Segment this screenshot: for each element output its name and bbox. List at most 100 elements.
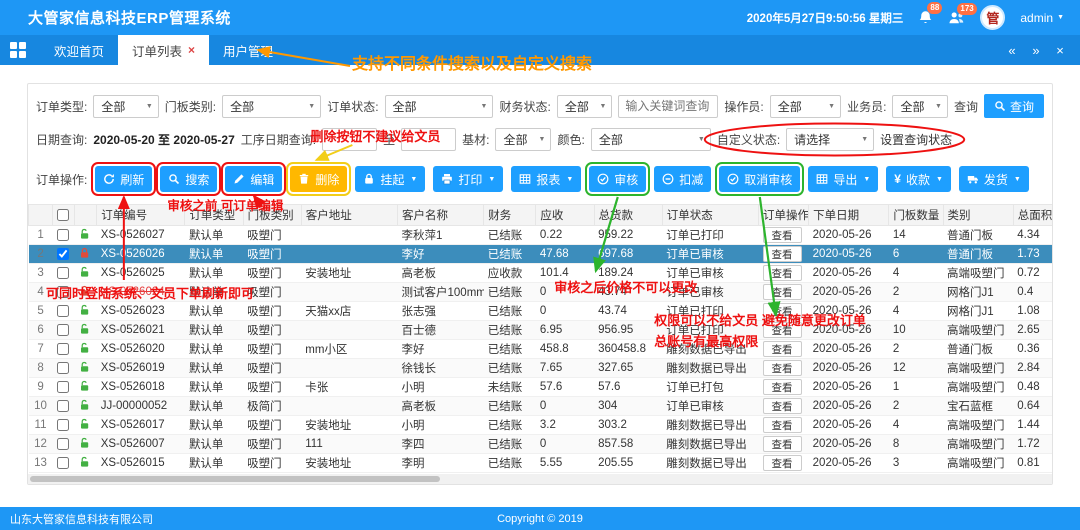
order-number: XS-0526021 (101, 324, 165, 336)
view-order-button[interactable]: 查看 (763, 265, 802, 281)
chevron-down-icon: ▼ (410, 176, 417, 183)
process-end-input[interactable] (401, 128, 456, 151)
panel-category-select[interactable]: 全部▼ (222, 95, 321, 118)
table-row[interactable]: 2XS-0526026默认单吸塑门李好已结账47.68697.68订单已审核查看… (29, 245, 1053, 264)
row-checkbox[interactable] (57, 305, 69, 317)
column-header: 门板数量 (889, 205, 943, 226)
toolbar-ship-button[interactable]: 发货▼ (959, 166, 1029, 192)
toolbar-edit-button[interactable]: 编辑 (225, 166, 282, 192)
color-select[interactable]: 全部▼ (591, 128, 711, 151)
notifications-button[interactable]: 88 (918, 10, 933, 25)
salesman-select[interactable]: 全部▼ (892, 95, 948, 118)
view-order-button[interactable]: 查看 (763, 284, 802, 300)
table-row[interactable]: 7XS-0526020默认单吸塑门mm小区李好已结账458.8360458.8雕… (29, 340, 1053, 359)
datetime-text: 2020年5月27日9:50:56 星期三 (747, 10, 904, 26)
chevron-down-icon: ▼ (698, 136, 705, 143)
tab-close-all-button[interactable]: × (1050, 43, 1070, 59)
apps-grid-icon[interactable] (10, 42, 26, 58)
tab-scroll-left-button[interactable]: « (1002, 43, 1022, 59)
query-button[interactable]: 查询 (984, 94, 1044, 118)
toolbar-delete-button[interactable]: 删除 (290, 166, 347, 192)
chevron-down-icon: ▼ (828, 103, 835, 110)
view-order-button[interactable]: 查看 (763, 417, 802, 433)
salesman-select-label: 业务员: (847, 98, 886, 115)
tab-bar: 欢迎首页订单列表×用户管理 « » × (0, 35, 1080, 65)
user-menu[interactable]: admin ▼ (1020, 11, 1064, 25)
toolbar-search-button[interactable]: 搜索 (160, 166, 217, 192)
row-checkbox[interactable] (57, 457, 69, 469)
view-order-button[interactable]: 查看 (763, 360, 802, 376)
tab-欢迎首页[interactable]: 欢迎首页 (40, 35, 118, 65)
finance-status-select[interactable]: 全部▼ (557, 95, 613, 118)
row-checkbox[interactable] (57, 248, 69, 260)
toolbar-cancel-audit-button[interactable]: 取消审核 (719, 166, 800, 192)
date-range-value[interactable]: 2020-05-20 至 2020-05-27 (93, 131, 234, 148)
edit-icon (233, 173, 245, 185)
table-row[interactable]: 10JJ-00000052默认单极简门高老板已结账0304订单已审核查看2020… (29, 397, 1053, 416)
toolbar-report-button[interactable]: 报表▼ (511, 166, 581, 192)
set-query-status-button[interactable]: 设置查询状态 (880, 131, 952, 148)
keyword-input[interactable] (618, 95, 718, 118)
toolbar-print-button[interactable]: 打印▼ (433, 166, 503, 192)
view-order-button[interactable]: 查看 (763, 436, 802, 452)
table-row[interactable]: 13XS-0526015默认单吸塑门安装地址李明已结账5.55205.55雕刻数… (29, 454, 1053, 473)
table-row[interactable]: 1XS-0526027默认单吸塑门李秋萍1已结账0.22959.22订单已打印查… (29, 226, 1053, 245)
trash-icon (298, 173, 310, 185)
row-checkbox[interactable] (57, 381, 69, 393)
row-checkbox[interactable] (57, 419, 69, 431)
tab-close-icon[interactable]: × (188, 43, 195, 57)
view-order-button[interactable]: 查看 (763, 322, 802, 338)
scrollbar-thumb[interactable] (30, 476, 440, 482)
column-header: 下单日期 (809, 205, 889, 226)
table-row[interactable]: 9XS-0526018默认单吸塑门卡张小明未结账57.657.6订单已打包查看2… (29, 378, 1053, 397)
row-checkbox[interactable] (57, 343, 69, 355)
row-checkbox[interactable] (57, 362, 69, 374)
lock-icon (79, 247, 91, 259)
table-row[interactable]: 6XS-0526021默认单吸塑门百士德已结账6.95956.95订单已打印查看… (29, 321, 1053, 340)
unlock-icon (79, 323, 91, 335)
row-checkbox[interactable] (57, 229, 69, 241)
toolbar-deduct-button[interactable]: 扣减 (654, 166, 711, 192)
view-order-button[interactable]: 查看 (763, 455, 802, 471)
toolbar-receive-payment-button[interactable]: ¥收款▼ (886, 166, 951, 192)
tab-用户管理[interactable]: 用户管理 (209, 35, 287, 65)
row-checkbox[interactable] (57, 400, 69, 412)
toolbar-refresh-button[interactable]: 刷新 (95, 166, 152, 192)
view-order-button[interactable]: 查看 (763, 379, 802, 395)
view-order-button[interactable]: 查看 (763, 341, 802, 357)
order-number: XS-0526007 (101, 438, 165, 450)
table-row[interactable]: 3XS-0526025默认单吸塑门安装地址高老板应收款101.4189.24订单… (29, 264, 1053, 283)
copyright-text: Copyright © 2019 (0, 513, 1080, 525)
column-header: 订单状态 (662, 205, 758, 226)
table-row[interactable]: 11XS-0526017默认单吸塑门安装地址小明已结账3.2303.2雕刻数据已… (29, 416, 1053, 435)
table-row[interactable]: 5XS-0526023默认单吸塑门天猫xx店张志强已结账043.74订单已打印查… (29, 302, 1053, 321)
view-order-button[interactable]: 查看 (763, 246, 802, 262)
tab-订单列表[interactable]: 订单列表× (118, 35, 209, 65)
toolbar-export-button[interactable]: 导出▼ (808, 166, 878, 192)
contacts-button[interactable]: 173 (948, 11, 965, 25)
row-checkbox[interactable] (57, 324, 69, 336)
view-order-button[interactable]: 查看 (763, 303, 802, 319)
order-status-select[interactable]: 全部▼ (385, 95, 494, 118)
table-row[interactable]: 12XS-0526007默认单吸塑门111李四已结账0857.58雕刻数据已导出… (29, 435, 1053, 454)
custom-status-select[interactable]: 请选择▼ (786, 128, 874, 151)
order-type-select[interactable]: 全部▼ (93, 95, 158, 118)
select-all-checkbox[interactable] (57, 209, 69, 221)
row-checkbox[interactable] (57, 438, 69, 450)
toolbar-hold-button[interactable]: 挂起▼ (355, 166, 425, 192)
toolbar-audit-button[interactable]: 审核 (589, 166, 646, 192)
column-header: 门板类别 (243, 205, 301, 226)
table-row[interactable]: 4XS-0526024默认单吸塑门测试客户100mm大于100已结账043.74… (29, 283, 1053, 302)
operator-select-label: 操作员: (724, 98, 763, 115)
order-number: JJ-00000052 (101, 400, 168, 412)
row-checkbox[interactable] (57, 267, 69, 279)
view-order-button[interactable]: 查看 (763, 227, 802, 243)
process-start-input[interactable] (322, 128, 377, 151)
view-order-button[interactable]: 查看 (763, 398, 802, 414)
tab-scroll-right-button[interactable]: » (1026, 43, 1046, 59)
horizontal-scrollbar[interactable] (28, 474, 1052, 484)
row-checkbox[interactable] (57, 286, 69, 298)
base-material-select[interactable]: 全部▼ (495, 128, 551, 151)
table-row[interactable]: 8XS-0526019默认单吸塑门徐钱长已结账7.65327.65雕刻数据已导出… (29, 359, 1053, 378)
operator-select[interactable]: 全部▼ (770, 95, 841, 118)
